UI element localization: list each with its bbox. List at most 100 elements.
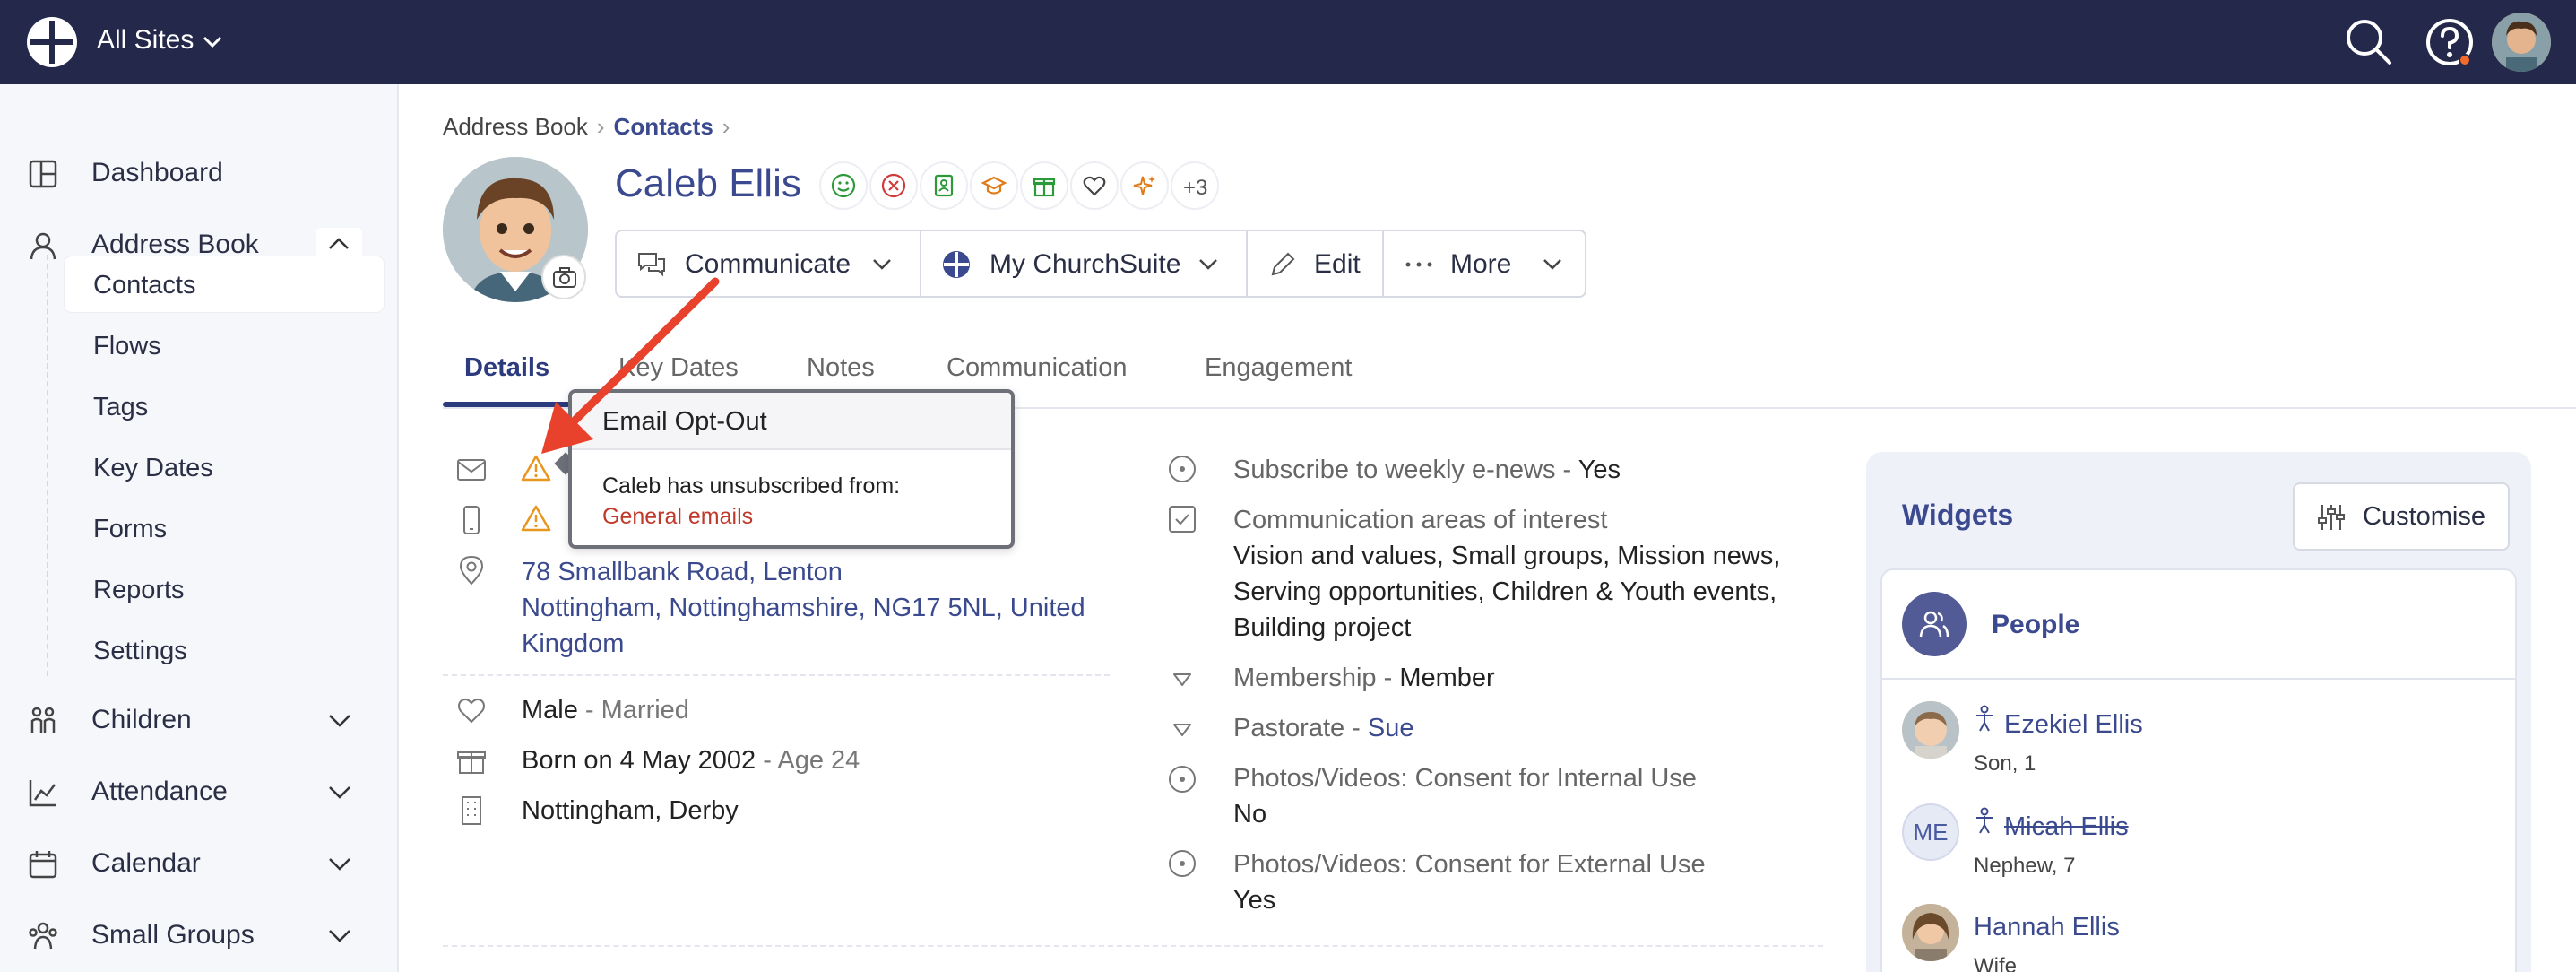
- tag-more-button[interactable]: +3: [1171, 161, 1219, 210]
- edit-button[interactable]: Edit: [1248, 231, 1384, 296]
- chevron-down-icon: [1543, 259, 1561, 270]
- breadcrumb-root[interactable]: Address Book: [443, 113, 588, 140]
- tag-address-book[interactable]: [920, 161, 968, 210]
- graduation-cap-icon: [981, 176, 1007, 195]
- field-value: Yes: [1233, 886, 1276, 915]
- field-value: No: [1233, 800, 1267, 829]
- person-relation: Wife: [1974, 954, 2017, 972]
- radio-field-icon: [1169, 766, 1196, 793]
- gift-icon: [457, 751, 486, 774]
- field-label: Photos/Videos: Consent for External Use: [1233, 850, 1706, 879]
- tab-notes[interactable]: Notes: [807, 353, 875, 383]
- sidebar-subitem-reports[interactable]: Reports: [65, 561, 384, 617]
- chevron-down-icon: [873, 259, 891, 270]
- sidebar-item-calendar[interactable]: Calendar: [0, 836, 399, 890]
- calendar-icon: [29, 851, 57, 879]
- tab-engagement[interactable]: Engagement: [1205, 353, 1352, 383]
- chevron-down-icon[interactable]: [324, 707, 355, 733]
- sidebar-item-dashboard[interactable]: Dashboard: [0, 145, 399, 199]
- sidebar: Dashboard Address Book Contacts Flows Ta…: [0, 84, 399, 972]
- field-label: Pastorate -: [1233, 714, 1361, 742]
- building-icon: [462, 796, 481, 825]
- subitem-label: Settings: [93, 637, 187, 665]
- sidebar-subitem-forms[interactable]: Forms: [65, 500, 384, 556]
- field-communication-areas: Communication areas of interest Vision a…: [1233, 502, 1780, 646]
- pastorate-link[interactable]: Sue: [1368, 714, 1414, 742]
- smiley-icon: [831, 173, 856, 198]
- tag-happy[interactable]: [819, 161, 868, 210]
- tooltip-body: Caleb has unsubscribed from:: [602, 473, 901, 499]
- site-selector-label[interactable]: All Sites: [97, 25, 194, 56]
- checkbox-field-icon: [1169, 506, 1196, 533]
- sparkles-icon: [1133, 176, 1155, 195]
- churchsuite-logo-icon[interactable]: [25, 15, 79, 69]
- radio-field-icon: [1169, 850, 1196, 877]
- chevron-down-icon[interactable]: [324, 850, 355, 877]
- person-name[interactable]: Micah Ellis: [2004, 812, 2129, 842]
- address-line: 78 Smallbank Road, Lenton: [522, 558, 843, 586]
- breadcrumb-separator-icon: ›: [722, 113, 730, 140]
- more-button[interactable]: More: [1384, 231, 1585, 296]
- people-widget-title[interactable]: People: [1992, 610, 2079, 640]
- sidebar-subitem-tags[interactable]: Tags: [65, 378, 384, 434]
- dropdown-field-icon: [1173, 673, 1191, 686]
- sex-marital: Male - Married: [522, 696, 689, 725]
- tag-care[interactable]: [1070, 161, 1119, 210]
- field-label: Membership -: [1233, 664, 1393, 692]
- subitem-label: Reports: [93, 576, 185, 604]
- children-icon: [30, 707, 56, 733]
- dashboard-icon: [29, 160, 57, 188]
- dropdown-field-icon: [1173, 724, 1191, 736]
- chevron-up-icon[interactable]: [316, 228, 362, 260]
- heart-handshake-icon: [1083, 176, 1106, 196]
- field-value: Serving opportunities, Children & Youth …: [1233, 577, 1777, 606]
- sidebar-item-small-groups[interactable]: Small Groups: [0, 907, 399, 961]
- contact-name: Caleb Ellis: [615, 161, 801, 205]
- customise-button[interactable]: Customise: [2293, 482, 2510, 551]
- sidebar-item-label: Children: [91, 705, 192, 734]
- tag-education[interactable]: [970, 161, 1018, 210]
- chevron-down-icon[interactable]: [324, 922, 355, 949]
- person-item[interactable]: Ezekiel Ellis Son, 1: [1902, 701, 2503, 791]
- breadcrumb-current[interactable]: Contacts: [614, 113, 713, 140]
- site-value: Nottingham, Derby: [522, 796, 739, 825]
- widget-divider: [1882, 678, 2515, 680]
- person-avatar: [1902, 701, 1959, 759]
- groups-icon: [29, 922, 57, 950]
- action-bar: Communicate My ChurchSuite Edit More: [615, 230, 1586, 298]
- my-churchsuite-button[interactable]: My ChurchSuite: [921, 231, 1248, 296]
- tag-gift[interactable]: [1020, 161, 1068, 210]
- chevron-down-icon[interactable]: [201, 30, 224, 54]
- address-link[interactable]: 78 Smallbank Road, Lenton Nottingham, No…: [522, 554, 1085, 662]
- age-value: - Age 24: [763, 746, 860, 775]
- sidebar-subitem-flows[interactable]: Flows: [65, 317, 384, 373]
- sidebar-item-children[interactable]: Children: [0, 692, 399, 746]
- chevron-down-icon: [1199, 259, 1217, 270]
- mobile-phone-icon: [463, 506, 480, 534]
- tag-sparkle[interactable]: [1120, 161, 1169, 210]
- warning-icon[interactable]: [521, 504, 551, 533]
- tab-communication[interactable]: Communication: [947, 353, 1127, 383]
- chart-icon: [29, 780, 56, 807]
- avatar[interactable]: [2492, 13, 2551, 72]
- person-name[interactable]: Ezekiel Ellis: [2004, 710, 2143, 740]
- sidebar-subitem-contacts[interactable]: Contacts: [65, 256, 384, 312]
- sex-value: Male: [522, 696, 578, 725]
- person-item[interactable]: Hannah Ellis Wife: [1902, 904, 2503, 972]
- location-pin-icon: [459, 555, 484, 586]
- churchsuite-logo-icon: [943, 251, 970, 278]
- top-bar: All Sites: [0, 0, 2576, 84]
- sidebar-subitem-key-dates[interactable]: Key Dates: [65, 439, 384, 495]
- chevron-down-icon[interactable]: [324, 778, 355, 805]
- person-item[interactable]: ME Micah Ellis Nephew, 7: [1902, 803, 2503, 893]
- tag-blocked[interactable]: [869, 161, 918, 210]
- person-relation: Son, 1: [1974, 751, 2036, 776]
- sidebar-item-label: Dashboard: [91, 158, 223, 187]
- tooltip-link[interactable]: General emails: [602, 504, 753, 530]
- person-name[interactable]: Hannah Ellis: [1974, 913, 2120, 942]
- search-icon[interactable]: [2343, 16, 2395, 68]
- sidebar-item-attendance[interactable]: Attendance: [0, 764, 399, 818]
- address-line: Kingdom: [522, 629, 625, 658]
- field-label: Subscribe to weekly e-news -: [1233, 456, 1572, 484]
- sidebar-subitem-settings[interactable]: Settings: [65, 622, 384, 678]
